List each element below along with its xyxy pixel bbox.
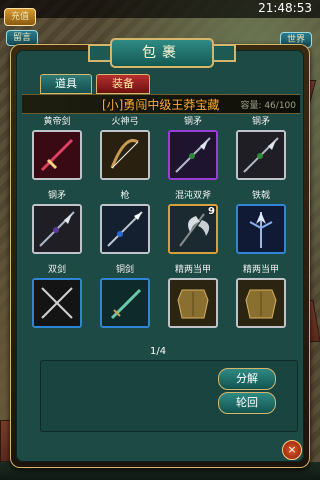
item-label: 黄帝剑 — [43, 117, 71, 127]
item-cell[interactable]: 黄帝剑 — [30, 116, 84, 180]
capacity-text: 容量: 46/100 — [240, 101, 296, 111]
item-slot[interactable] — [100, 278, 150, 328]
spear-icon — [170, 132, 216, 178]
bow-icon — [102, 132, 148, 178]
status-bar: 21:48:53 — [0, 0, 320, 18]
armor-icon — [170, 280, 216, 326]
item-cell[interactable]: 双剑 — [30, 264, 84, 328]
item-cell[interactable]: 铜剑 — [98, 264, 152, 328]
item-label: 枪 — [120, 191, 130, 201]
decompose-button[interactable]: 分解 — [218, 368, 276, 390]
item-cell[interactable]: 铁戟 — [234, 190, 288, 254]
tab-equipment[interactable]: 装备 — [96, 74, 150, 94]
item-slot[interactable] — [32, 204, 82, 254]
recharge-label: 充值 — [10, 12, 29, 22]
close-button[interactable]: × — [282, 440, 302, 460]
item-slot[interactable] — [168, 130, 218, 180]
item-cell[interactable]: 枪 — [98, 190, 152, 254]
item-label: 精两当甲 — [242, 265, 279, 275]
twin-swords-icon — [34, 280, 80, 326]
item-slot[interactable] — [168, 278, 218, 328]
item-cell[interactable]: 精两当甲 — [166, 264, 220, 328]
item-label: 双剑 — [47, 265, 66, 275]
sword-icon — [34, 132, 80, 178]
item-slot[interactable] — [236, 278, 286, 328]
halberd-icon — [238, 206, 284, 252]
armor-icon — [238, 280, 284, 326]
item-cell[interactable]: 火神弓 — [98, 116, 152, 180]
reincarnate-button[interactable]: 轮回 — [218, 392, 276, 414]
item-cell[interactable]: 钢矛 — [234, 116, 288, 180]
recharge-button[interactable]: 充值 — [4, 8, 36, 26]
item-label: 铁戟 — [251, 191, 270, 201]
item-label: 混沌双斧 — [174, 191, 211, 201]
item-label: 钢矛 — [47, 191, 66, 201]
item-grid: 黄帝剑 火神弓 钢矛 钢矛 钢矛 枪 混沌双斧 9 铁戟 双剑 铜剑 精两当甲 … — [24, 112, 296, 342]
item-slot[interactable] — [100, 204, 150, 254]
item-label: 钢矛 — [251, 117, 270, 127]
item-cell[interactable]: 钢矛 — [30, 190, 84, 254]
item-label: 精两当甲 — [174, 265, 211, 275]
message-label: 留言 — [12, 33, 31, 43]
clock: 21:48:53 — [258, 1, 312, 15]
item-label: 铜剑 — [115, 265, 134, 275]
item-cell[interactable]: 精两当甲 — [234, 264, 288, 328]
tab-items[interactable]: 道具 — [40, 74, 92, 94]
panel-title: 包裹 — [110, 38, 214, 68]
item-slot[interactable] — [32, 278, 82, 328]
item-label: 钢矛 — [183, 117, 202, 127]
item-label: 火神弓 — [111, 117, 139, 127]
item-cell[interactable]: 混沌双斧 9 — [166, 190, 220, 254]
bronze-sword-icon — [102, 280, 148, 326]
page-indicator: 1/4 — [150, 346, 167, 357]
lance-icon — [102, 206, 148, 252]
item-count: 9 — [208, 206, 215, 217]
selected-item-name: [小]勇闯中级王莽宝藏 — [102, 98, 220, 112]
item-slot[interactable] — [32, 130, 82, 180]
item-slot[interactable]: 9 — [168, 204, 218, 254]
spear-icon — [238, 132, 284, 178]
item-cell[interactable]: 钢矛 — [166, 116, 220, 180]
item-slot[interactable] — [100, 130, 150, 180]
spear-icon — [34, 206, 80, 252]
item-slot[interactable] — [236, 130, 286, 180]
item-slot[interactable] — [236, 204, 286, 254]
